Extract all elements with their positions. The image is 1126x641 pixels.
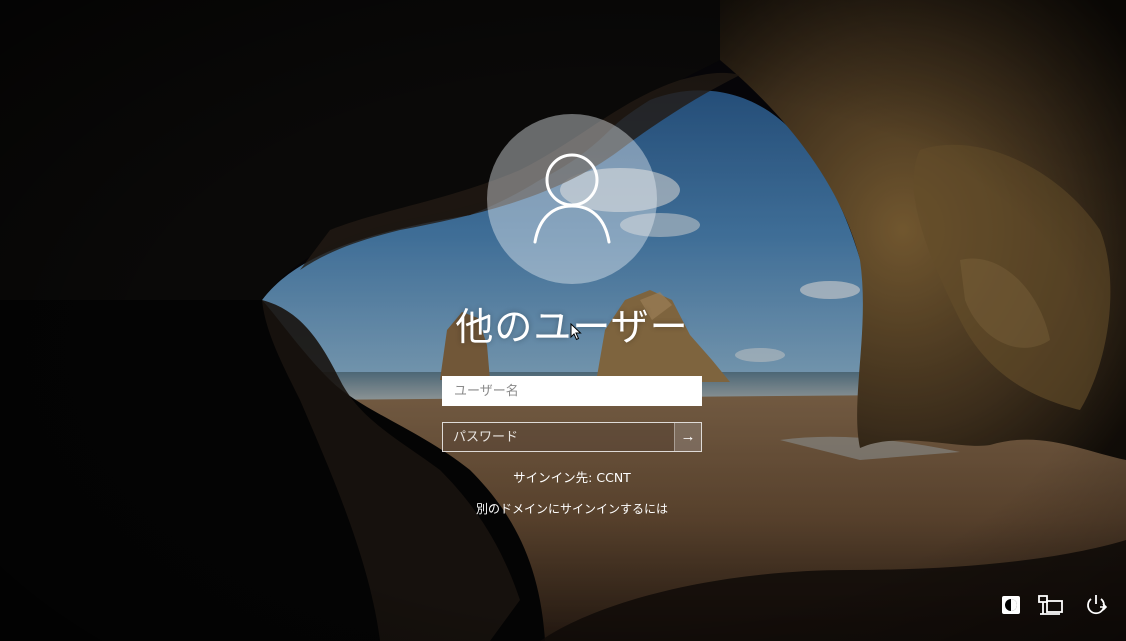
password-input[interactable]: [443, 423, 675, 451]
password-field: →: [442, 422, 702, 452]
power-button[interactable]: [1082, 592, 1108, 618]
ease-of-access-button[interactable]: [998, 592, 1024, 618]
submit-button[interactable]: →: [674, 423, 701, 451]
power-icon: [1087, 595, 1108, 615]
network-icon: [1038, 595, 1063, 615]
user-silhouette-icon: [533, 153, 611, 244]
mouse-cursor-icon: [570, 323, 582, 341]
ease-of-access-icon: [1002, 596, 1020, 614]
username-input[interactable]: [442, 376, 702, 406]
signin-domain-label: サインイン先: CCNT: [513, 470, 631, 485]
user-avatar: [487, 114, 657, 284]
network-button[interactable]: [1036, 592, 1063, 618]
lock-screen: 他のユーザー → サインイン先: CCNT 別のドメインにサインインするには: [0, 0, 1126, 641]
other-domain-link[interactable]: 別のドメインにサインインするには: [380, 500, 764, 517]
arrow-right-icon: →: [680, 428, 696, 445]
